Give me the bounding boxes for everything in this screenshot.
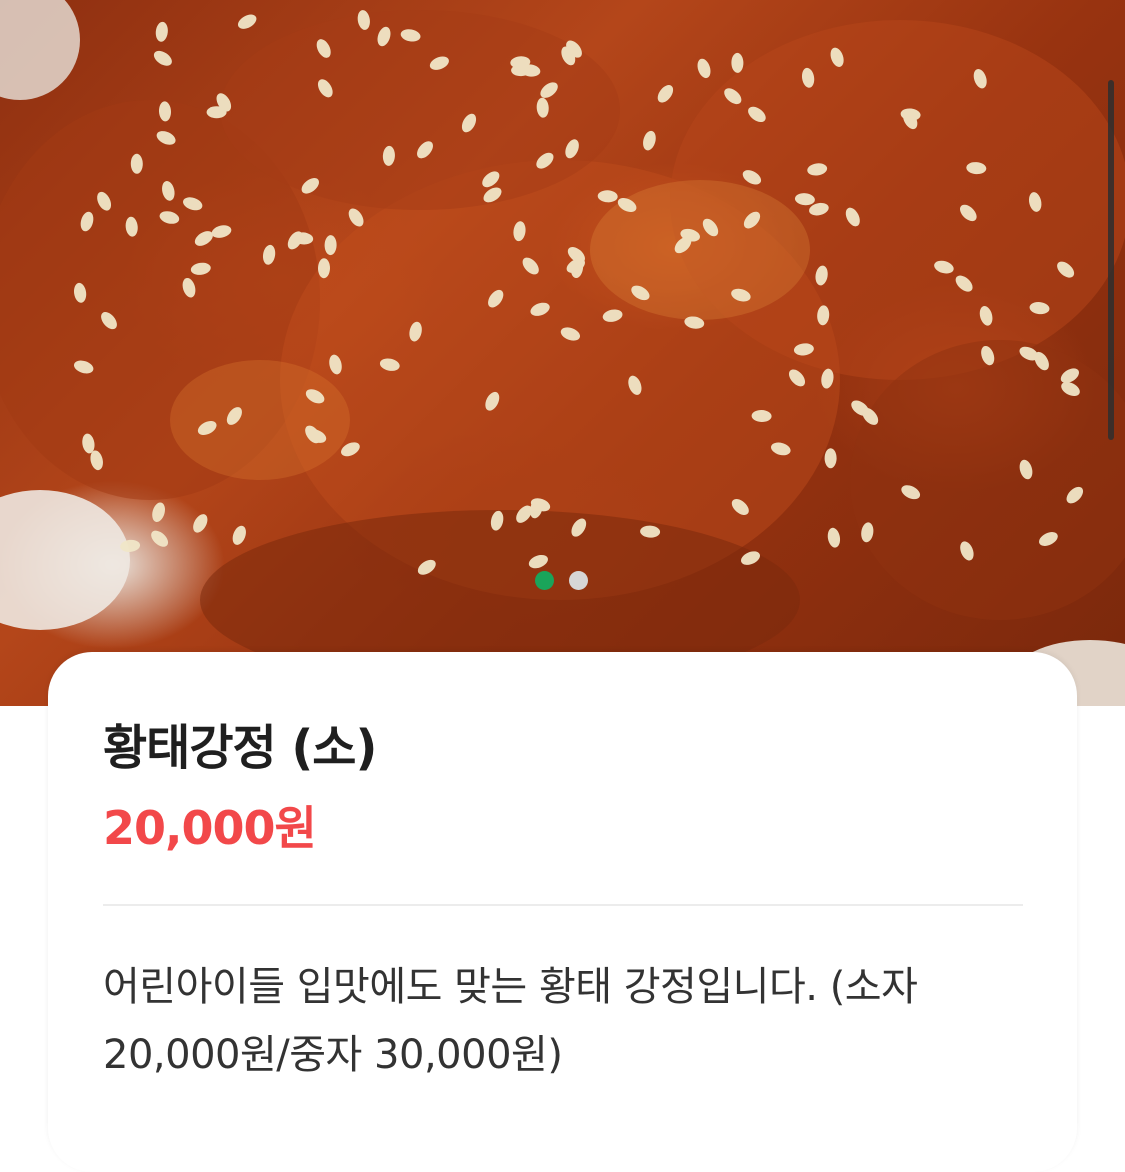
menu-description: 어린아이들 입맛에도 맞는 황태 강정입니다. (소자 20,000원/중자 3… [103, 964, 918, 1078]
carousel-indicator [535, 571, 588, 590]
menu-title: 황태강정 (소) [103, 720, 377, 776]
sesame-seed [824, 448, 837, 469]
scrollbar-thumb[interactable] [1108, 80, 1114, 440]
sesame-seed [155, 21, 168, 42]
menu-price: 20,000원 [103, 801, 317, 855]
carousel-dot-1[interactable] [535, 571, 554, 590]
product-photo[interactable] [0, 0, 1125, 706]
divider [103, 904, 1023, 906]
food-image [0, 0, 1125, 706]
sesame-seed [827, 527, 841, 548]
sesame-seed [193, 514, 208, 533]
sesame-seed [151, 530, 169, 547]
sesame-seed [657, 85, 674, 103]
sesame-seed [643, 130, 656, 151]
carousel-dot-2[interactable] [569, 571, 588, 590]
sesame-seed [153, 50, 172, 66]
sesame-seed [697, 58, 711, 79]
sesame-seed [152, 502, 165, 522]
sesame-seed [237, 14, 257, 29]
sesame-seed [232, 525, 246, 545]
